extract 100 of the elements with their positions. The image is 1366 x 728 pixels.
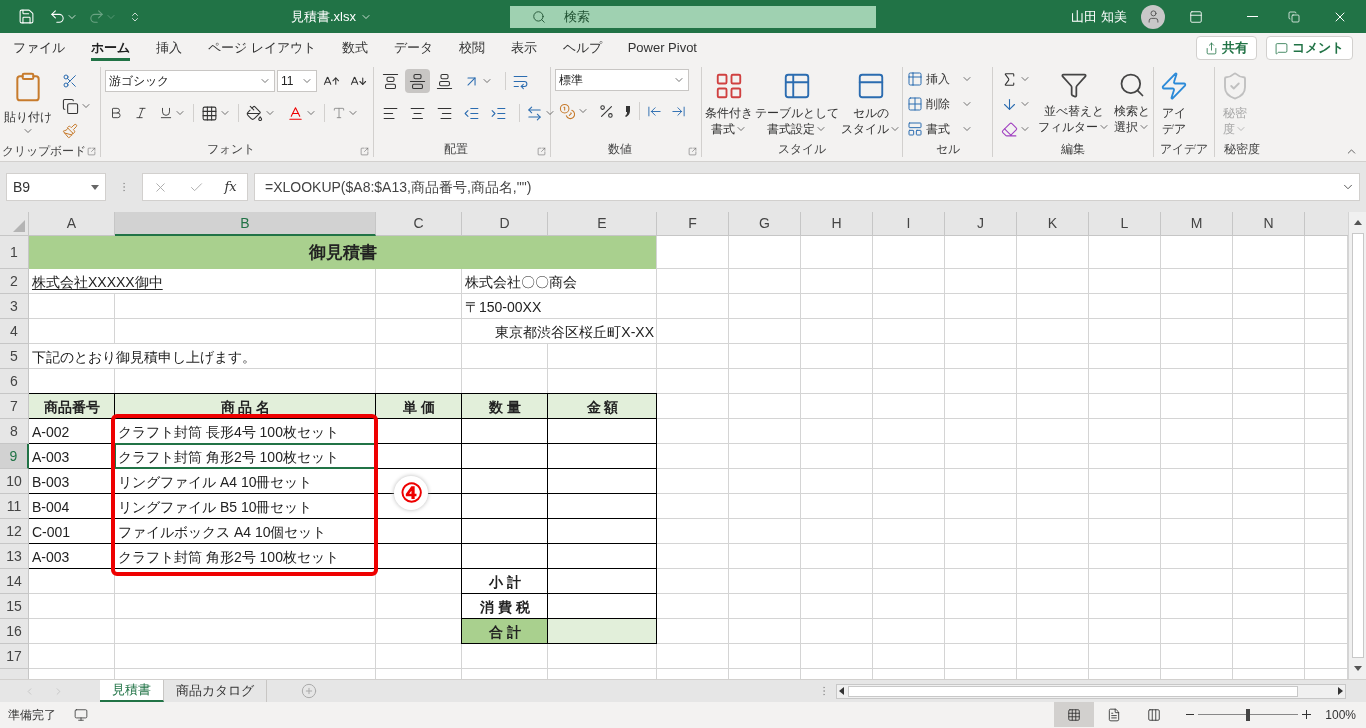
spreadsheet-cell-text: B-003: [31, 472, 71, 492]
ribbon-tab[interactable]: ファイル: [0, 33, 78, 63]
row-header[interactable]: 8: [0, 419, 29, 444]
row-header[interactable]: 13: [0, 544, 29, 569]
search-field[interactable]: 検索: [510, 6, 876, 28]
row-header[interactable]: 6: [0, 369, 29, 394]
spreadsheet-cell-text: ファイルボックス A4 10個セット: [117, 522, 328, 542]
row-header[interactable]: 11: [0, 494, 29, 519]
column-header[interactable]: N: [1233, 212, 1305, 236]
horizontal-scrollbar[interactable]: [836, 683, 1346, 699]
file-name-button[interactable]: 見積書.xlsx: [291, 6, 372, 27]
column-header[interactable]: I: [873, 212, 945, 236]
customize-toolbar-button[interactable]: [129, 10, 141, 23]
ribbon-tab[interactable]: ページ レイアウト: [195, 33, 329, 63]
style-button[interactable]: セルの スタイル: [840, 69, 902, 137]
column-header[interactable]: H: [801, 212, 873, 236]
column-header[interactable]: K: [1017, 212, 1089, 236]
delete-cells-icon: [907, 96, 923, 112]
search-icon: [1118, 71, 1146, 99]
row-header[interactable]: 17: [0, 644, 29, 669]
insert-cells-icon: [907, 71, 923, 87]
ribbon-tab[interactable]: Power Pivot: [614, 33, 710, 63]
header-cell: 単 価: [376, 394, 462, 419]
corner-triangle-icon: [13, 220, 25, 232]
ribbon-tab[interactable]: 挿入: [143, 33, 195, 63]
row-header[interactable]: 12: [0, 519, 29, 544]
row-header[interactable]: 10: [0, 469, 29, 494]
paintbrush-icon: [62, 123, 78, 139]
zoom-slider-thumb[interactable]: [1246, 708, 1251, 721]
row-header[interactable]: 9: [0, 444, 29, 469]
total-label-cell: 合 計: [462, 619, 548, 644]
column-header[interactable]: L: [1089, 212, 1161, 236]
user-name: 山田 知美: [1071, 7, 1127, 26]
find-select-button[interactable]: 検索と 選択: [1113, 67, 1151, 135]
spreadsheet-cell-text: A-003: [31, 447, 71, 467]
ideas-button[interactable]: アイ デア: [1158, 69, 1190, 137]
row-header[interactable]: 5: [0, 344, 29, 369]
insert-function-button[interactable]: fx: [224, 177, 237, 197]
bold-icon: [109, 106, 123, 120]
ribbon-tab[interactable]: データ: [380, 33, 446, 63]
row-header[interactable]: 4: [0, 319, 29, 344]
view-icon: [1067, 707, 1082, 722]
cells-button[interactable]: 書式: [907, 117, 973, 141]
share-button[interactable]: 共有: [1196, 36, 1257, 60]
avatar[interactable]: [1141, 4, 1165, 29]
comment-button[interactable]: コメント: [1266, 36, 1353, 60]
spreadsheet-cell-text: クラフト封筒 長形4号 100枚セット: [117, 422, 340, 442]
ribbon-display-button[interactable]: [1189, 9, 1203, 24]
sheet-tab[interactable]: 見積書: [100, 680, 164, 702]
italic-icon: [134, 106, 148, 120]
font-name-field[interactable]: 游ゴシック: [105, 70, 275, 92]
row-header[interactable]: 16: [0, 619, 29, 644]
column-header[interactable]: C: [376, 212, 462, 236]
column-header[interactable]: F: [657, 212, 729, 236]
column-header[interactable]: B: [115, 212, 376, 236]
spreadsheet-cell-text: リングファイル A4 10冊セット: [117, 472, 314, 492]
ribbon-tab[interactable]: 数式: [328, 33, 381, 63]
column-header[interactable]: M: [1161, 212, 1233, 236]
cells-button[interactable]: 削除: [907, 92, 973, 116]
cells-button[interactable]: 挿入: [907, 67, 973, 91]
row-header[interactable]: 2: [0, 269, 29, 294]
name-box[interactable]: B9: [6, 173, 106, 201]
view-button[interactable]: [1054, 702, 1095, 727]
font-size-field[interactable]: 11: [277, 70, 317, 92]
formula-field[interactable]: =XLOOKUP($A8:$A13,商品番号,商品名,""): [254, 173, 1360, 201]
group-label: スタイル: [777, 141, 827, 158]
step-number: ④: [394, 476, 428, 510]
font-color-icon: [287, 104, 304, 122]
number-format-field[interactable]: 標準: [555, 69, 689, 91]
row-header[interactable]: 1: [0, 236, 29, 269]
eraser-icon: [1001, 120, 1018, 138]
restore-button[interactable]: [1288, 10, 1300, 23]
ribbon-tab[interactable]: 表示: [497, 33, 550, 63]
row-header[interactable]: 3: [0, 294, 29, 319]
save-button[interactable]: [18, 8, 35, 25]
paste-button[interactable]: 貼り付け: [4, 69, 52, 137]
comment-icon: [1275, 41, 1288, 55]
style-button[interactable]: 条件付き 書式: [704, 69, 754, 137]
row-header[interactable]: 7: [0, 394, 29, 419]
table-format-icon: [782, 71, 812, 101]
column-header[interactable]: E: [548, 212, 657, 236]
align-icon: [382, 72, 399, 90]
column-header[interactable]: J: [945, 212, 1017, 236]
column-header[interactable]: D: [462, 212, 548, 236]
zoom-slider[interactable]: [1198, 707, 1299, 722]
column-header[interactable]: G: [729, 212, 801, 236]
sort-filter-button[interactable]: 並べ替えと フィルター: [1037, 67, 1111, 135]
zoom-in-icon[interactable]: [1302, 710, 1312, 719]
ribbon-tab[interactable]: 校閲: [445, 33, 498, 63]
ribbon-tab[interactable]: ヘルプ: [549, 33, 615, 63]
undo-button[interactable]: [49, 8, 78, 25]
ribbon-tab[interactable]: ホーム: [78, 33, 143, 63]
redo-icon: [88, 8, 105, 25]
minimize-icon: [1247, 16, 1258, 17]
vertical-scrollbar[interactable]: [1348, 212, 1366, 679]
row-header[interactable]: 14: [0, 569, 29, 594]
style-button[interactable]: テーブルとして 書式設定: [754, 69, 840, 137]
row-header[interactable]: 15: [0, 594, 29, 619]
column-header[interactable]: A: [29, 212, 115, 236]
vertical-align-button[interactable]: [405, 69, 430, 93]
